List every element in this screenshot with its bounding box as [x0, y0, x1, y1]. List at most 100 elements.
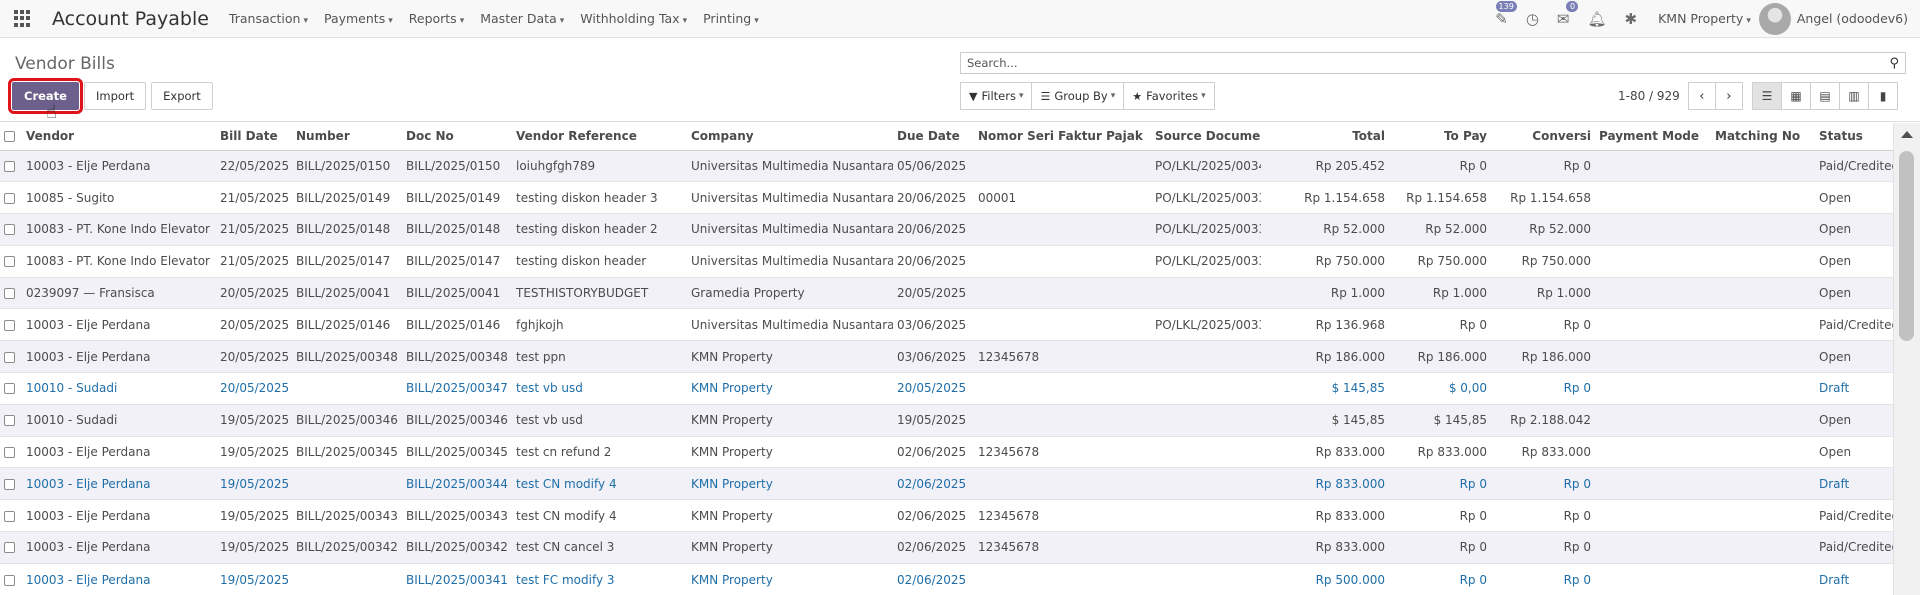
pivot-view-button[interactable]: ▥ — [1839, 82, 1869, 110]
bug-icon[interactable]: ✱ — [1625, 10, 1638, 28]
cell-doc-no: BILL/2025/00341 — [402, 562, 512, 595]
row-checkbox[interactable] — [0, 435, 22, 468]
select-all-checkbox[interactable] — [0, 123, 22, 151]
search-icon[interactable]: ⚲ — [1889, 56, 1899, 71]
row-checkbox[interactable] — [0, 531, 22, 564]
bell-icon[interactable]: 🔔︎ — [1587, 10, 1606, 28]
search-input[interactable] — [967, 56, 1890, 70]
row-checkbox[interactable] — [0, 499, 22, 532]
import-button[interactable]: Import — [83, 82, 147, 110]
table-row[interactable]: 10003 - Elje Perdana 22/05/2025 BILL/2025/… — [0, 149, 1893, 182]
row-checkbox[interactable] — [0, 276, 22, 309]
export-button[interactable]: Export — [151, 82, 213, 110]
favorites-button[interactable]: ★ Favorites ▾ — [1123, 82, 1215, 110]
row-checkbox[interactable] — [0, 403, 22, 437]
column-header[interactable]: Number — [292, 123, 402, 151]
row-checkbox[interactable] — [0, 562, 22, 595]
chat-icon[interactable]: ✉ 0 — [1557, 0, 1579, 28]
cell-vendor: 10003 - Elje Perdana — [22, 467, 216, 500]
column-header[interactable]: Due Date — [893, 123, 974, 151]
column-header[interactable]: Total — [1261, 123, 1389, 151]
cell-payment-mode — [1595, 531, 1711, 564]
row-checkbox[interactable] — [0, 149, 22, 182]
cell-vendor-ref: test FC modify 3 — [512, 562, 687, 595]
company-switcher[interactable]: KMN Property ▾ — [1658, 11, 1751, 26]
graph-view-button[interactable]: ▮ — [1868, 82, 1898, 110]
table-row[interactable]: 10003 - Elje Perdana 19/05/2025 BILL/2025/… — [0, 435, 1893, 468]
column-header[interactable]: Vendor Reference — [512, 123, 687, 151]
caret-down-icon: ▾ — [1201, 91, 1206, 101]
cell-status: Draft — [1815, 562, 1893, 595]
pager-next-button[interactable]: › — [1714, 82, 1743, 110]
table-row[interactable]: 10003 - Elje Perdana 19/05/2025 BILL/2025/… — [0, 499, 1893, 532]
table-row[interactable]: 10085 - Sugito 21/05/2025 BILL/2025/0149 BI… — [0, 181, 1893, 214]
activity-edit-icon[interactable]: ✎ 139 — [1495, 0, 1517, 28]
cell-doc-no: BILL/2025/0149 — [402, 181, 512, 214]
table-row[interactable]: 10003 - Elje Perdana 19/05/2025 BILL/2025/… — [0, 467, 1893, 500]
column-header[interactable]: Status — [1815, 123, 1893, 151]
column-header[interactable]: Company — [687, 123, 893, 151]
pager-previous-button[interactable]: ‹ — [1687, 82, 1716, 110]
menu-printing[interactable]: Printing ▾ — [703, 11, 759, 26]
table-row[interactable]: 10083 - PT. Kone Indo Elevator 21/05/2025… — [0, 244, 1893, 278]
menu-master-data[interactable]: Master Data ▾ — [480, 11, 564, 26]
cell-faktur: 12345678 — [974, 531, 1151, 564]
column-header[interactable]: Vendor — [22, 123, 216, 151]
table-row[interactable]: 0239097 — Fransisca 20/05/2025 BILL/2025/0… — [0, 276, 1893, 309]
menu-reports[interactable]: Reports ▾ — [409, 11, 464, 26]
row-checkbox[interactable] — [0, 340, 22, 373]
scrollbar-thumb[interactable] — [1899, 151, 1914, 341]
column-header[interactable]: Payment Mode — [1595, 123, 1711, 151]
table-row[interactable]: 10010 - Sudadi 20/05/2025 BILL/2025/00347 t… — [0, 372, 1893, 405]
row-checkbox[interactable] — [0, 181, 22, 214]
table-row[interactable]: 10010 - Sudadi 19/05/2025 BILL/2025/00346 B… — [0, 403, 1893, 437]
filters-button[interactable]: ▼ Filters ▾ — [960, 82, 1033, 110]
avatar[interactable] — [1758, 2, 1791, 35]
vertical-scrollbar[interactable] — [1893, 123, 1920, 595]
kanban-view-button[interactable]: ▦ — [1781, 82, 1811, 110]
cell-vendor: 10003 - Elje Perdana — [22, 149, 216, 182]
cell-conversi: Rp 833.000 — [1491, 435, 1595, 468]
user-menu[interactable]: Angel (odoodev6) — [1797, 11, 1908, 26]
column-header[interactable]: To Pay — [1389, 123, 1491, 151]
caret-down-icon: ▾ — [303, 16, 308, 26]
cell-to-pay: Rp 0 — [1389, 467, 1491, 500]
clock-icon[interactable]: ◷ — [1526, 10, 1539, 28]
caret-down-icon: ▾ — [682, 16, 688, 26]
table-row[interactable]: 10003 - Elje Perdana 19/05/2025 BILL/2025/… — [0, 562, 1893, 595]
cell-source — [1151, 372, 1261, 405]
column-header[interactable]: Conversi — [1491, 123, 1595, 151]
cell-faktur — [974, 213, 1151, 246]
row-checkbox[interactable] — [0, 372, 22, 405]
column-header[interactable]: Matching No — [1711, 123, 1815, 151]
row-checkbox[interactable] — [0, 467, 22, 500]
menu-withholding-tax[interactable]: Withholding Tax ▾ — [580, 11, 687, 26]
table-row[interactable]: 10003 - Elje Perdana 19/05/2025 BILL/2025/… — [0, 531, 1893, 564]
list-view-button[interactable]: ☰ — [1752, 82, 1782, 110]
row-checkbox[interactable] — [0, 308, 22, 341]
cell-matching — [1711, 149, 1815, 182]
group-by-button[interactable]: ☰ Group By ▾ — [1031, 82, 1125, 110]
cell-vendor-ref: fghjkojh — [512, 308, 687, 341]
table-row[interactable]: 10003 - Elje Perdana 20/05/2025 BILL/2025/… — [0, 340, 1893, 373]
calendar-view-button[interactable]: ▤ — [1810, 82, 1840, 110]
pager-value[interactable]: 1-80 / 929 — [1618, 89, 1680, 103]
table-row[interactable]: 10083 - PT. Kone Indo Elevator 21/05/2025… — [0, 213, 1893, 246]
column-header[interactable]: Nomor Seri Faktur Pajak — [974, 123, 1151, 151]
main-menu: Transaction ▾ Payments ▾ Reports ▾ Master D… — [229, 11, 775, 26]
row-checkbox[interactable] — [0, 213, 22, 246]
menu-transaction[interactable]: Transaction ▾ — [229, 11, 308, 26]
cell-status: Open — [1815, 340, 1893, 373]
list-icon: ☰ — [1040, 89, 1051, 103]
apps-grid-icon[interactable] — [14, 9, 32, 28]
column-header[interactable]: Bill Date — [216, 123, 292, 151]
column-header[interactable]: Doc No — [402, 123, 512, 151]
cell-vendor: 10003 - Elje Perdana — [22, 499, 216, 532]
cell-to-pay: Rp 0 — [1389, 562, 1491, 595]
column-header[interactable]: Source Document — [1151, 123, 1261, 151]
row-checkbox[interactable] — [0, 244, 22, 278]
table-row[interactable]: 10003 - Elje Perdana 20/05/2025 BILL/2025/… — [0, 308, 1893, 341]
scroll-up-arrow-icon[interactable] — [1901, 131, 1913, 138]
menu-payments[interactable]: Payments ▾ — [324, 11, 393, 26]
cell-faktur — [974, 562, 1151, 595]
